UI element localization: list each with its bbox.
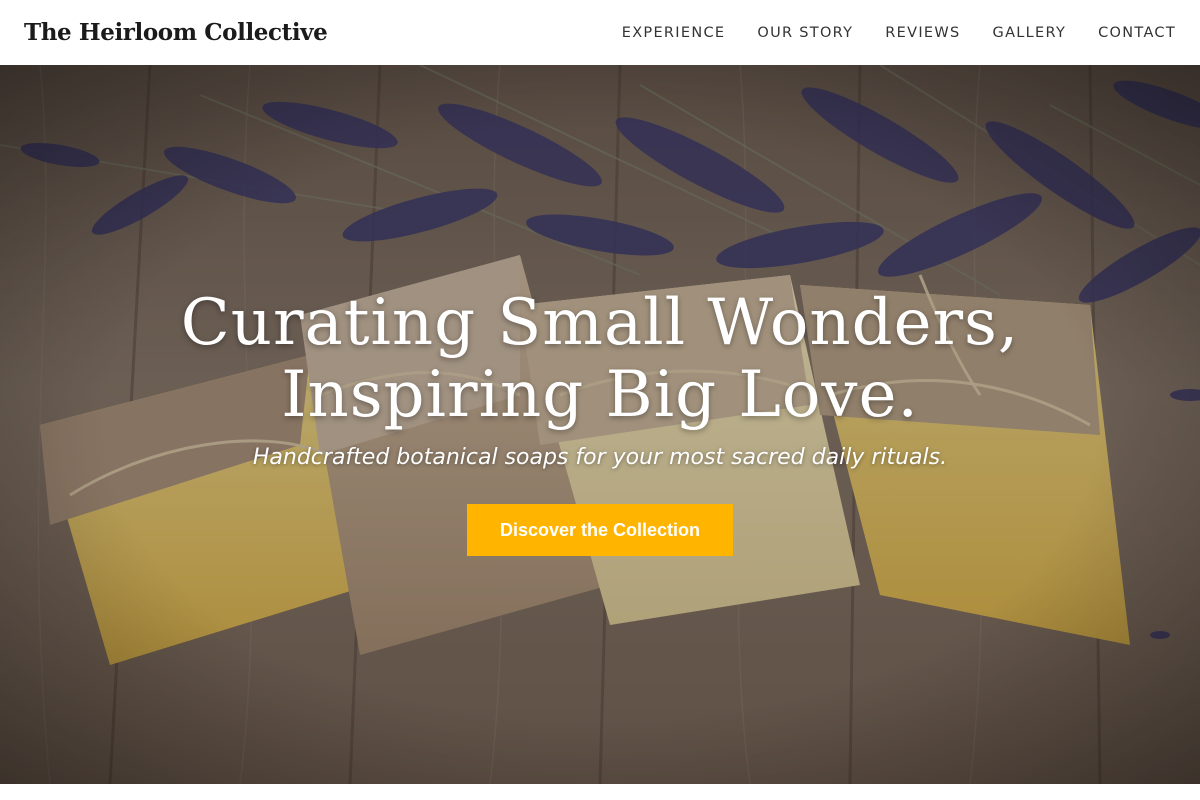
nav-item-reviews[interactable]: REVIEWS	[885, 25, 960, 41]
brand-logo[interactable]: The Heirloom Collective	[24, 19, 328, 46]
nav-item-our-story[interactable]: OUR STORY	[757, 25, 853, 41]
nav-item-contact[interactable]: CONTACT	[1098, 25, 1176, 41]
hero-section: Curating Small Wonders, Inspiring Big Lo…	[0, 65, 1200, 784]
page-bottom-strip	[0, 784, 1200, 800]
nav-item-experience[interactable]: EXPERIENCE	[622, 25, 726, 41]
discover-collection-button[interactable]: Discover the Collection	[467, 504, 733, 556]
hero-subtitle: Handcrafted botanical soaps for your mos…	[252, 445, 948, 470]
hero-title-line-2: Inspiring Big Love.	[281, 358, 919, 432]
hero-title: Curating Small Wonders, Inspiring Big Lo…	[100, 287, 1100, 431]
main-nav: EXPERIENCE OUR STORY REVIEWS GALLERY CON…	[622, 25, 1176, 41]
nav-item-gallery[interactable]: GALLERY	[993, 25, 1067, 41]
site-header: The Heirloom Collective EXPERIENCE OUR S…	[0, 0, 1200, 65]
hero-title-line-1: Curating Small Wonders,	[180, 286, 1020, 360]
hero-content: Curating Small Wonders, Inspiring Big Lo…	[0, 65, 1200, 784]
